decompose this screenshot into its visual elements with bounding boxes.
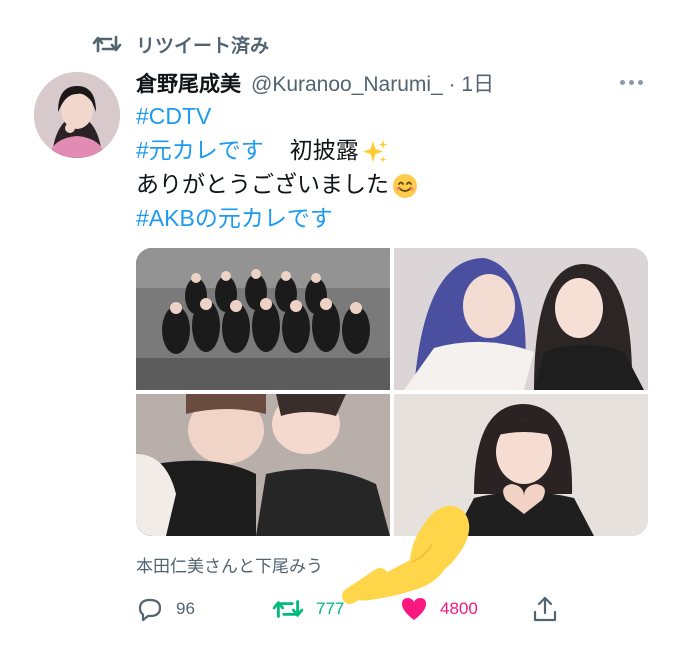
photo-hug[interactable] <box>136 394 390 536</box>
tweet-text: 初披露 <box>289 137 359 163</box>
reply-count: 96 <box>176 599 195 618</box>
hashtag-link[interactable]: #AKBの元カレです <box>136 205 333 231</box>
like-count: 4800 <box>440 599 478 618</box>
share-icon <box>533 596 557 622</box>
tweet-line-4: #AKBの元カレです <box>136 202 333 234</box>
photo-grid <box>136 248 648 536</box>
photo-group[interactable] <box>136 248 390 390</box>
share-button[interactable] <box>532 592 558 626</box>
retweeted-label: リツイート済み <box>136 35 270 57</box>
hashtag-link[interactable]: #元カレです <box>136 137 264 163</box>
tweet-line-2: #元カレです 初披露 <box>136 134 389 166</box>
reply-button[interactable]: 96 <box>136 592 195 626</box>
hashtag-link[interactable]: #CDTV <box>136 103 211 129</box>
photo-selfie-two[interactable] <box>394 248 648 390</box>
like-button[interactable]: 4800 <box>400 592 478 626</box>
avatar-photo <box>34 72 120 158</box>
tweet-header: 倉野尾成美 @Kuranoo_Narumi_ · 1日 <box>136 66 494 100</box>
reply-icon <box>138 598 162 622</box>
tweet-line-3: ありがとうございました <box>136 168 419 200</box>
action-bar: 96 777 4800 <box>136 592 566 626</box>
photo-heart-hands[interactable] <box>394 394 648 536</box>
retweet-icon <box>272 600 304 618</box>
tweet-text: ありがとうございました <box>136 171 389 197</box>
retweeted-indicator: リツイート済み <box>92 30 269 58</box>
author-name[interactable]: 倉野尾成美 <box>136 68 241 98</box>
sparkles-emoji <box>362 139 388 163</box>
retweet-button[interactable]: 777 <box>272 592 344 626</box>
tweet-line-1: #CDTV <box>136 100 211 132</box>
more-dots-icon[interactable] <box>620 74 650 90</box>
tagged-users[interactable]: 本田仁美さんと下尾みう <box>136 552 323 577</box>
heart-icon <box>402 598 426 620</box>
retweet-icon <box>92 35 122 53</box>
smile-emoji <box>393 173 417 198</box>
avatar[interactable] <box>34 72 120 158</box>
author-handle-time[interactable]: @Kuranoo_Narumi_ · 1日 <box>251 68 494 98</box>
retweet-count: 777 <box>316 599 345 618</box>
